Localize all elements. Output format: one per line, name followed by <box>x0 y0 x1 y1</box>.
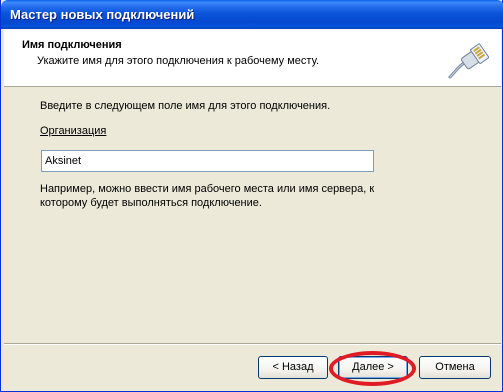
connection-name-input[interactable] <box>41 150 374 172</box>
organization-label: Организация <box>40 125 106 137</box>
cancel-button[interactable]: Отмена <box>419 356 491 379</box>
instruction-text: Введите в следующем поле имя для этого п… <box>40 100 331 112</box>
wizard-header: Имя подключения Укажите имя для этого по… <box>4 29 501 87</box>
wizard-content: Введите в следующем поле имя для этого п… <box>4 88 501 343</box>
next-button[interactable]: Далее > <box>338 356 408 379</box>
footer-divider <box>4 343 501 345</box>
back-button[interactable]: < Назад <box>258 356 328 379</box>
wizard-window: Мастер новых подключений Имя подключения… <box>0 0 503 392</box>
header-title: Имя подключения <box>22 39 122 51</box>
organization-label-text: Организация <box>40 125 107 137</box>
network-cable-icon <box>448 43 490 79</box>
hint-text: Например, можно ввести имя рабочего мест… <box>40 183 375 209</box>
title-bar[interactable]: Мастер новых подключений <box>1 0 503 29</box>
window-title: Мастер новых подключений <box>10 7 195 22</box>
header-subtitle: Укажите имя для этого подключения к рабо… <box>37 55 320 67</box>
